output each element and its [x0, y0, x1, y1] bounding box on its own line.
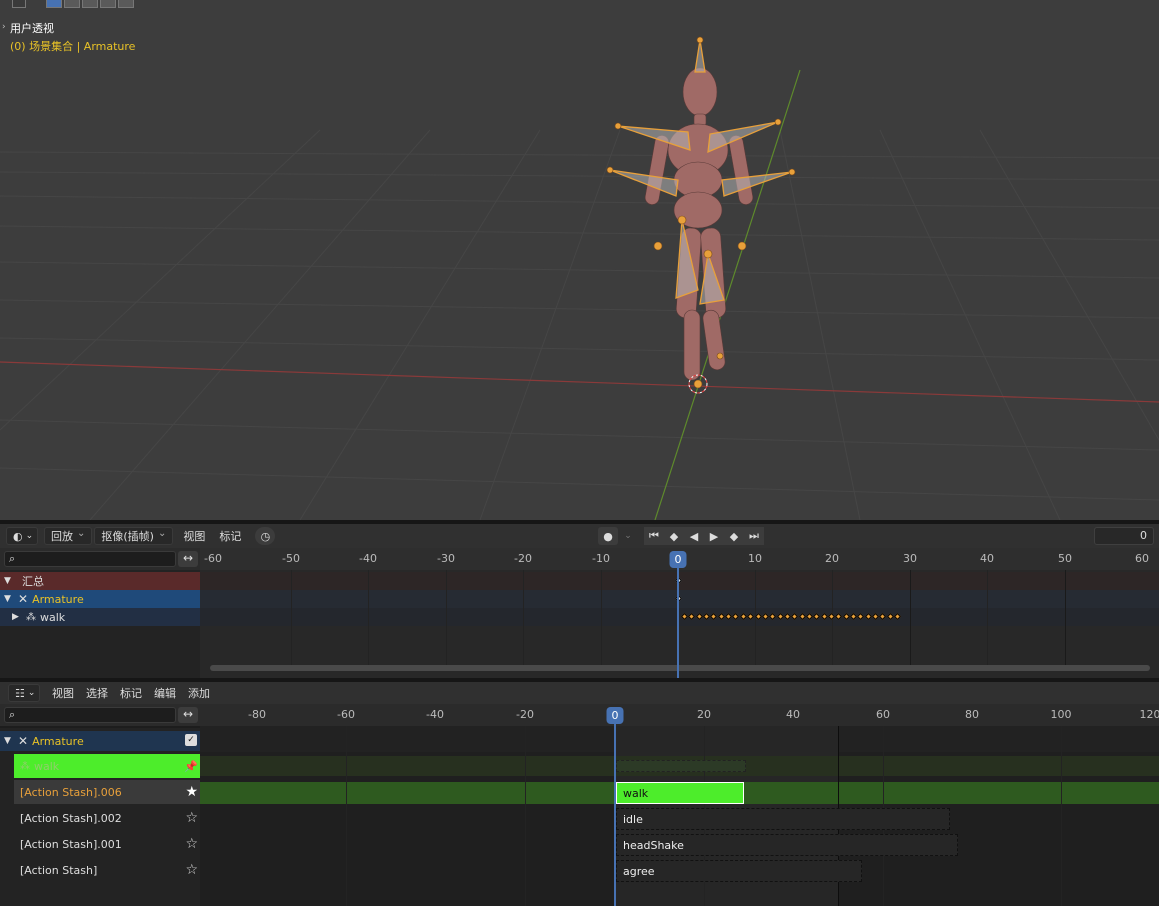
nla-search-row: ⌕ ↔: [0, 704, 200, 726]
select-invert-icon[interactable]: [100, 0, 116, 8]
nla-track-stash-002[interactable]: [Action Stash].002 ☆: [14, 806, 200, 830]
nla-action-walk[interactable]: ⁂ walk 📌: [14, 754, 200, 778]
swap-icon[interactable]: ↔: [178, 551, 198, 567]
nla-track-stash-006[interactable]: [Action Stash].006 ★: [14, 780, 200, 804]
nla-editor-type-dropdown[interactable]: ☷ ⌄: [8, 684, 40, 702]
solo-star-icon[interactable]: ☆: [185, 810, 198, 826]
expand-triangle-icon[interactable]: ▼: [4, 576, 18, 586]
nla-track-list: ▼ ✕ Armature ✓ ⁂ walk 📌 [Action Stash].0…: [0, 728, 200, 906]
select-subtract-icon[interactable]: [82, 0, 98, 8]
sidebar-expander-icon[interactable]: ›: [2, 22, 6, 32]
timeline-horizontal-scrollbar[interactable]: [210, 665, 1150, 671]
prev-keyframe-icon[interactable]: ◆: [664, 527, 684, 545]
record-keyframes-icon[interactable]: ●: [598, 527, 618, 545]
walk-action-preview: [616, 760, 746, 772]
expand-triangle-icon[interactable]: ▼: [4, 594, 18, 604]
current-frame-field[interactable]: 0: [1094, 527, 1154, 545]
timeline-editor[interactable]: ◐⌄ 回放 抠像(插帧) 视图 标记 ◷ ● ⌄ ⏮ ◆ ◀ ▶ ◆ ⏭ 0 ⌕…: [0, 524, 1159, 678]
collection-name: (0) 场景集合: [10, 40, 74, 53]
channel-summary[interactable]: ▼ 汇总: [0, 572, 200, 590]
solo-star-icon[interactable]: ☆: [185, 836, 198, 852]
checkbox-icon[interactable]: ✓: [185, 734, 197, 746]
armature-icon: ✕: [18, 592, 29, 606]
keying-options-icon[interactable]: ⌄: [618, 527, 638, 545]
nla-ruler[interactable]: -80 -60 -40 -20 20 40 60 80 100 120: [200, 704, 1159, 726]
armature-character: [644, 67, 754, 381]
viewport-object-info: (0) 场景集合 | Armature: [10, 38, 135, 54]
strip-agree[interactable]: agree: [616, 860, 862, 882]
nla-track-stash-001[interactable]: [Action Stash].001 ☆: [14, 832, 200, 856]
select-mode-toolbar[interactable]: [12, 0, 134, 10]
clock-icon: ◐: [13, 529, 23, 543]
select-new-icon[interactable]: [46, 0, 62, 8]
solo-star-icon[interactable]: ☆: [185, 862, 198, 878]
nla-playhead-line: [614, 718, 616, 906]
keying-menu[interactable]: 抠像(插帧): [94, 527, 174, 545]
nla-search-input[interactable]: ⌕: [4, 707, 176, 723]
nla-track-stash[interactable]: [Action Stash] ☆: [14, 858, 200, 882]
keyframe-area[interactable]: [200, 570, 1159, 678]
channel-walk[interactable]: ▶ ⁂ walk: [0, 608, 200, 626]
viewport-perspective-label: 用户透视: [10, 22, 54, 35]
strip-walk[interactable]: walk: [616, 782, 744, 804]
marker-menu[interactable]: 标记: [213, 527, 247, 545]
nla-playhead[interactable]: 0: [606, 707, 624, 724]
swap-icon[interactable]: ↔: [178, 707, 198, 723]
action-icon: ⁂: [26, 611, 36, 623]
auto-keying-clock-icon[interactable]: ◷: [255, 527, 276, 545]
nla-object-armature[interactable]: ▼ ✕ Armature ✓: [0, 731, 200, 751]
nla-view-menu[interactable]: 视图: [46, 684, 80, 702]
play-icon[interactable]: ▶: [704, 527, 724, 545]
channel-list: ▼ 汇总 ▼ ✕ Armature ▶ ⁂ walk: [0, 570, 200, 678]
nla-edit-menu[interactable]: 编辑: [148, 684, 182, 702]
collapse-triangle-icon[interactable]: ▶: [12, 612, 26, 622]
nla-add-menu[interactable]: 添加: [182, 684, 216, 702]
timeline-playhead-line: [677, 562, 679, 678]
nla-select-menu[interactable]: 选择: [80, 684, 114, 702]
search-icon: ⌕: [9, 708, 16, 721]
3d-viewport[interactable]: › 用户透视 (0) 场景集合 | Armature: [0, 0, 1159, 520]
select-extend-icon[interactable]: [64, 0, 80, 8]
next-keyframe-icon[interactable]: ◆: [724, 527, 744, 545]
view-menu[interactable]: 视图: [177, 527, 211, 545]
pin-icon[interactable]: 📌: [184, 760, 198, 773]
playback-controls: ⏮ ◆ ◀ ▶ ◆ ⏭: [644, 527, 764, 545]
nla-marker-menu[interactable]: 标记: [114, 684, 148, 702]
playback-menu[interactable]: 回放: [44, 527, 93, 545]
play-reverse-icon[interactable]: ◀: [684, 527, 704, 545]
select-tool-icon[interactable]: [12, 0, 26, 8]
select-intersect-icon[interactable]: [118, 0, 134, 8]
nla-editor[interactable]: ☷ ⌄ 视图 选择 标记 编辑 添加 ⌕ ↔ ▼ ✕ Armature ✓ ⁂ w…: [0, 682, 1159, 906]
timeline-channel-search-row: ⌕ ↔: [0, 548, 200, 570]
object-name: Armature: [83, 40, 136, 53]
expand-triangle-icon[interactable]: ▼: [4, 736, 18, 746]
channel-armature[interactable]: ▼ ✕ Armature: [0, 590, 200, 608]
viewport-grid: [0, 36, 1159, 520]
separator: |: [76, 40, 81, 53]
strip-headshake[interactable]: headShake: [616, 834, 958, 856]
nla-icon: ☷: [15, 686, 25, 700]
search-icon: ⌕: [9, 552, 16, 565]
nla-strip-area[interactable]: walk idle headShake agree: [200, 726, 1159, 906]
action-icon: ⁂: [20, 760, 30, 772]
jump-end-icon[interactable]: ⏭: [744, 527, 764, 545]
timeline-header: ◐⌄ 回放 抠像(插帧) 视图 标记 ◷ ● ⌄ ⏮ ◆ ◀ ▶ ◆ ⏭ 0: [0, 524, 1159, 548]
strip-idle[interactable]: idle: [616, 808, 950, 830]
timeline-playhead[interactable]: 0: [669, 551, 687, 568]
editor-type-dropdown[interactable]: ◐ ⌄: [6, 527, 38, 545]
armature-icon: ✕: [18, 734, 29, 748]
timeline-search-input[interactable]: ⌕: [4, 551, 176, 567]
solo-star-icon[interactable]: ★: [185, 784, 198, 800]
jump-start-icon[interactable]: ⏮: [644, 527, 664, 545]
nla-header: ☷ ⌄ 视图 选择 标记 编辑 添加: [0, 682, 1159, 704]
